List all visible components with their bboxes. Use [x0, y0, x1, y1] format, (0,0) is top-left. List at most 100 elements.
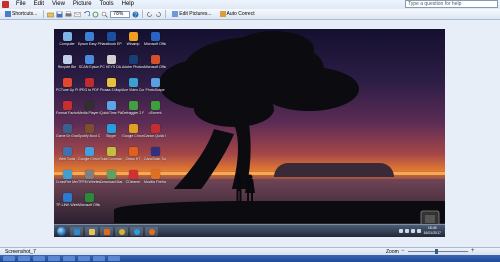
clock-date: 16/01/2017 [423, 231, 441, 235]
zoom-plus-icon[interactable]: + [471, 248, 475, 254]
host-taskbar-app[interactable] [78, 256, 90, 261]
desktop-icon: PCTune Up Photo Hi... [56, 78, 78, 100]
desktop-icon-image [106, 170, 116, 179]
svg-text:?: ? [134, 12, 137, 18]
desktop-icon-label: Microsoft Office Wo... [144, 42, 166, 46]
rotate-right-icon[interactable] [155, 11, 162, 18]
desktop-icon-label: Format Factory [56, 111, 78, 115]
mail-icon[interactable] [74, 11, 81, 18]
help-icon[interactable]: ? [132, 11, 139, 18]
desktop-icon-label: CanoScan Toolbox 5.0 [144, 157, 166, 161]
desktop-icon-label: Google Chrome [122, 134, 144, 138]
edit-pictures-label: Edit Pictures... [179, 11, 212, 17]
desktop-icon-image [62, 147, 72, 156]
rotate-icon[interactable] [92, 11, 99, 18]
desktop-icon-image [128, 78, 138, 87]
desktop-icon: Defraggler 2 Portable [122, 101, 144, 123]
desktop-icon: uTorrent [144, 101, 166, 123]
desktop-icon-label: Mozilla Firefox [144, 180, 166, 184]
desktop-icon: Epson Easy Photo Print [78, 32, 100, 54]
toolbar-divider [43, 10, 45, 18]
menu-picture[interactable]: Picture [69, 0, 96, 9]
desktop-icon-image [62, 124, 72, 133]
host-taskbar-app[interactable] [48, 256, 60, 261]
desktop-icon-image [84, 124, 94, 133]
print-icon[interactable] [65, 10, 72, 18]
desktop-icon: CanoScan Toolbox 5.0 [144, 147, 166, 169]
status-bar: Screenshot_7 Zoom − + [0, 247, 500, 255]
desktop-icon-label: Defraggler 2 Portable [122, 111, 144, 115]
desktop-icon-image [84, 78, 94, 87]
desktop-icon-label: Ace Video Converter [122, 88, 144, 92]
desktop-icon-label: uTorrent [148, 111, 162, 115]
desktop-icon-image [84, 32, 94, 41]
desktop-icon: Skype [100, 124, 122, 146]
menu-help[interactable]: Help [118, 0, 138, 9]
desktop-icon-image [150, 101, 160, 110]
desktop-icon-label: Picasa 3 Maplethea... [100, 88, 122, 92]
rotate-left-icon[interactable] [146, 11, 153, 18]
host-taskbar-app[interactable] [63, 256, 75, 261]
zoom-slider-thumb[interactable] [435, 249, 439, 254]
taskbar-app-skype [130, 227, 143, 236]
shortcuts-button[interactable]: Shortcuts... [2, 10, 40, 18]
desktop-icon-image [150, 32, 160, 41]
desktop-icon: Microsoft Office Po... [144, 55, 166, 77]
desktop-icon-label: SCAN Epson [78, 65, 100, 69]
host-taskbar-app[interactable] [108, 256, 120, 261]
desktop-icon-image [62, 101, 72, 110]
edit-pictures-icon [172, 11, 179, 17]
menu-edit[interactable]: Edit [30, 0, 48, 9]
host-taskbar-app[interactable] [93, 256, 105, 261]
desktop-icon-label: Epson Easy Photo Print [78, 42, 100, 46]
os-taskbar-in-image: 18:45 16/01/2017 [54, 224, 445, 237]
menu-view[interactable]: View [48, 0, 69, 9]
taskbar-app-ie [70, 227, 83, 236]
auto-correct-label: Auto Correct [226, 11, 255, 17]
auto-correct-button[interactable]: Auto Correct [217, 10, 258, 18]
desktop-icon-image [150, 124, 160, 133]
host-start-button[interactable] [3, 256, 15, 261]
folder-icon [88, 228, 95, 235]
desktop-icon: Handbook EPSON [100, 32, 122, 54]
desktop-icon: Recycle Bin [56, 55, 78, 77]
desktop-icon: CrossFire Media Player [56, 170, 78, 192]
desktop-icon: Mozilla Firefox [144, 170, 166, 192]
zoom-out-icon[interactable] [101, 11, 109, 18]
toolbar-divider [165, 10, 167, 18]
desktop-icon: SCAN Epson [78, 55, 100, 77]
desktop-icon-image [150, 55, 160, 64]
taskbar-app-chrome [115, 227, 128, 236]
desktop-icon: Cetus HT [122, 147, 144, 169]
host-taskbar-app[interactable] [33, 256, 45, 261]
toolbar-divider [142, 10, 144, 18]
desktop-icon-image [62, 32, 72, 41]
zoom-minus-icon[interactable]: − [401, 248, 405, 254]
open-icon[interactable] [47, 11, 55, 18]
desktop-icon-label: Adobe Photosh... [122, 65, 144, 69]
undo-icon[interactable] [83, 10, 91, 18]
host-taskbar-app[interactable] [18, 256, 30, 261]
desktop-icon-image [62, 78, 72, 87]
desktop-icon-label: TP-LINK Wireless C... [56, 203, 78, 207]
chrome-icon [118, 228, 125, 235]
desktop-icon-label: Total Commander [100, 157, 122, 161]
desktop-icon-label: Computer [59, 42, 75, 46]
edit-pictures-button[interactable]: Edit Pictures... [169, 10, 214, 18]
help-search-input[interactable]: Type a question for help [405, 0, 498, 8]
desktop-icon: Google Chrome [122, 124, 144, 146]
desktop-icon-label: Spotify Boot Camp [78, 134, 100, 138]
desktop-icon-image [150, 78, 160, 87]
zoom-combo[interactable]: 78% [110, 10, 131, 18]
desktop-icon: Computer [56, 32, 78, 54]
shortcuts-label: Shortcuts... [12, 11, 38, 17]
desktop-icon: Game Dr Grand Theft... [56, 124, 78, 146]
menu-tools[interactable]: Tools [96, 0, 118, 9]
desktop-icon-label: Canon Quick Menu [144, 134, 166, 138]
menu-file[interactable]: File [12, 0, 30, 9]
app-icon [2, 1, 9, 8]
desktop-icon-label: Web Tools [58, 157, 76, 161]
desktop-icon-label: Google Chrome (4) [78, 157, 100, 161]
taskbar-app-media [100, 227, 113, 236]
save-icon[interactable] [56, 11, 63, 18]
